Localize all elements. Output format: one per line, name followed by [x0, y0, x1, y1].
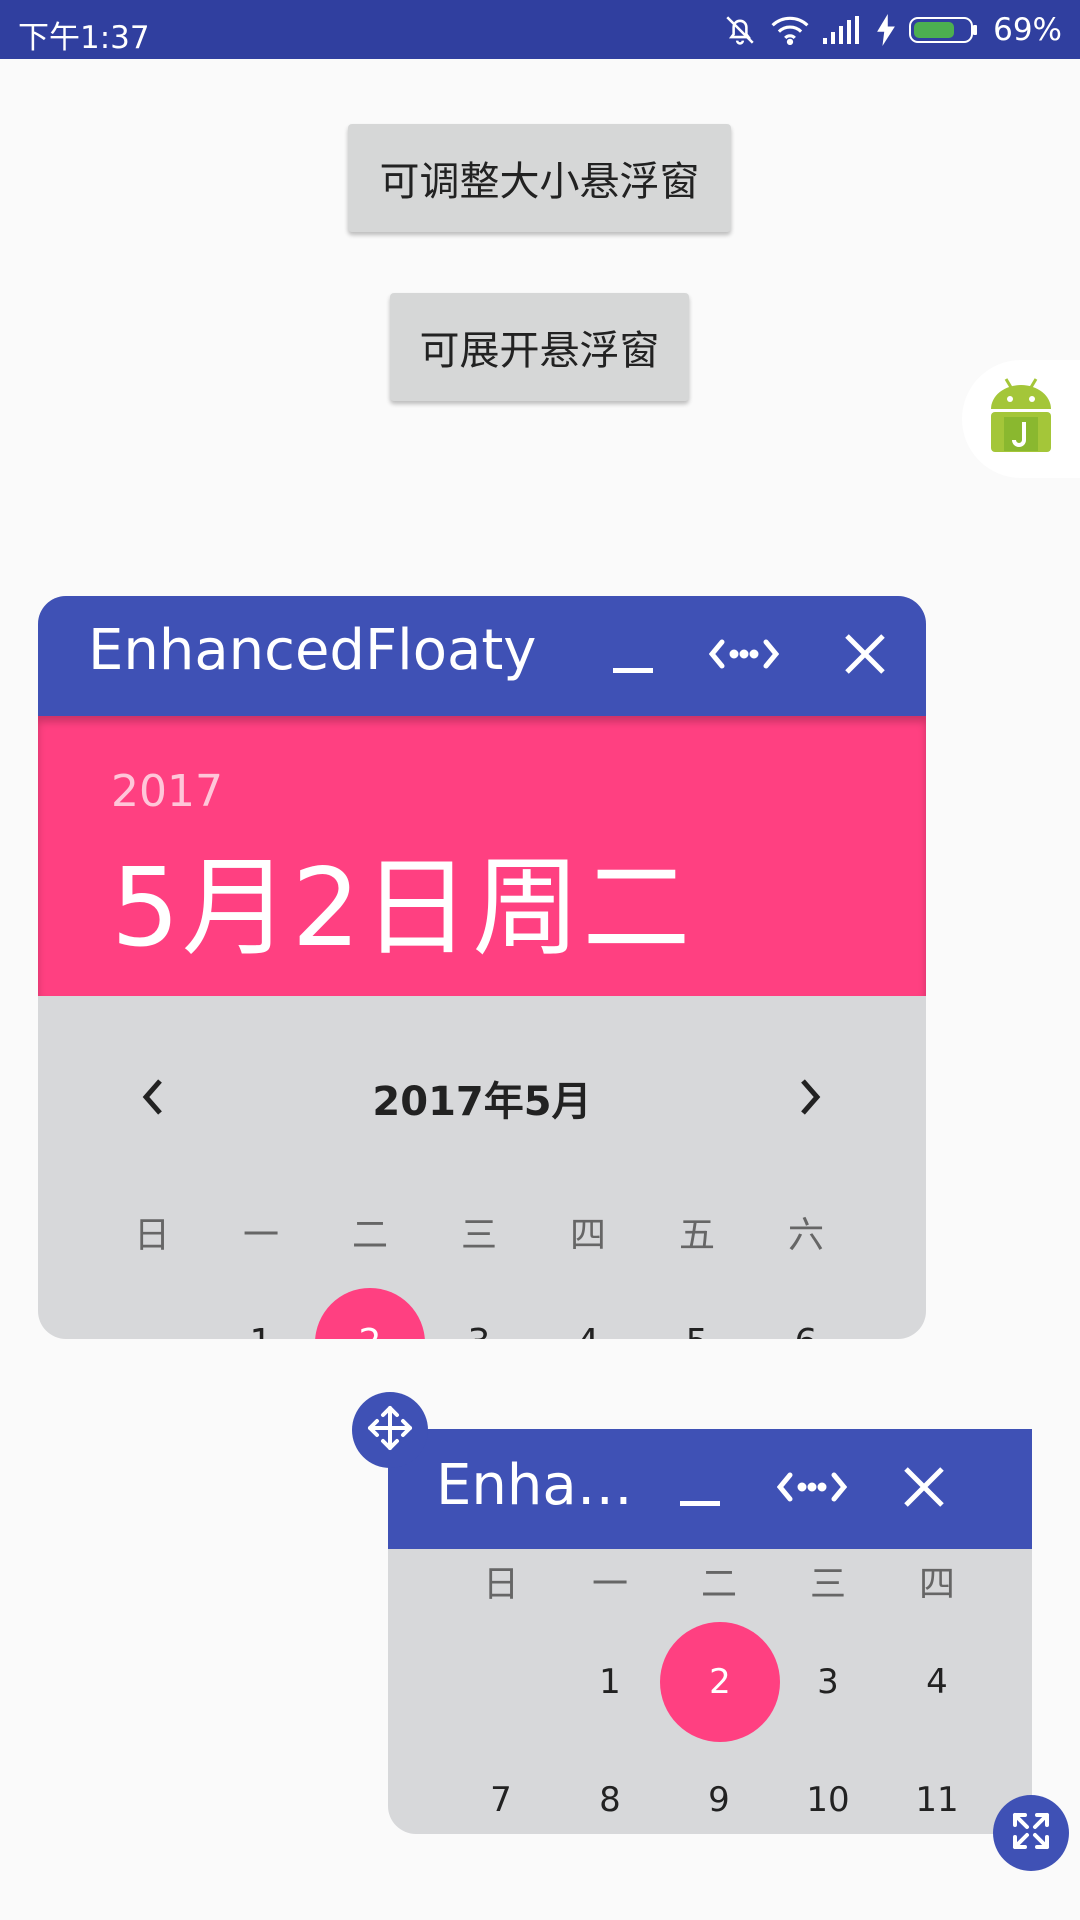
- weekday-label: 二: [700, 1564, 737, 1605]
- signal-icon: [823, 16, 863, 44]
- calendar-day[interactable]: 4: [882, 1627, 992, 1737]
- date-header: 2017 5月2日周二: [38, 716, 926, 996]
- mute-bell-icon: [723, 13, 757, 47]
- expand-horizontal-icon: [776, 1467, 848, 1511]
- weekday-label: 三: [460, 1215, 497, 1256]
- calendar-week-row: 1 2 3 4: [388, 1622, 1032, 1747]
- battery-percent: 69%: [993, 12, 1062, 48]
- close-icon: [902, 1465, 946, 1513]
- calendar-day-empty: [97, 1288, 207, 1339]
- status-icons: 69%: [723, 10, 1062, 50]
- status-time: 下午1:37: [18, 20, 150, 56]
- calendar-day[interactable]: 10: [773, 1745, 883, 1834]
- calendar-day[interactable]: 6: [751, 1288, 861, 1339]
- calendar-day[interactable]: 3: [424, 1288, 534, 1339]
- close-icon: [843, 632, 887, 680]
- floating-window-resizable[interactable]: Enhan... 日 一 二 三 四 1 2 3 4 7 8 9 10 11: [388, 1429, 1032, 1834]
- move-handle[interactable]: [352, 1392, 428, 1468]
- weekday-label: 日: [482, 1564, 519, 1605]
- calendar-day-empty: [446, 1627, 556, 1737]
- weekday-label: 一: [591, 1564, 628, 1605]
- minimize-button[interactable]: [603, 626, 663, 686]
- calendar-day[interactable]: 3: [773, 1627, 883, 1737]
- calendar-day[interactable]: 9: [664, 1745, 774, 1834]
- floating-window-calendar[interactable]: EnhancedFloaty 2017 5月2日周二 2017年5月 日 一 二…: [38, 596, 926, 1339]
- close-button[interactable]: [894, 1459, 954, 1519]
- calendar-day[interactable]: 11: [882, 1745, 992, 1834]
- expandable-float-button[interactable]: 可展开悬浮窗: [390, 293, 689, 401]
- calendar-day-selected[interactable]: 2: [315, 1288, 425, 1339]
- weekday-header: 日 一 二 三 四: [388, 1549, 1032, 1605]
- calendar-day[interactable]: 4: [533, 1288, 643, 1339]
- next-month-button[interactable]: [780, 1069, 840, 1129]
- move-icon: [366, 1404, 414, 1456]
- calendar-day-selected[interactable]: 2: [660, 1622, 780, 1742]
- charging-icon: [877, 14, 895, 46]
- weekday-label: 四: [918, 1564, 955, 1605]
- header-date[interactable]: 5月2日周二: [111, 821, 692, 977]
- weekday-header: 日 一 二 三 四 五 六: [38, 1206, 926, 1256]
- calendar-day[interactable]: 8: [555, 1745, 665, 1834]
- wifi-icon: [771, 15, 809, 45]
- expand-horizontal-button[interactable]: [776, 1459, 848, 1519]
- month-navigation: 2017年5月: [38, 1061, 926, 1131]
- weekday-label: 三: [809, 1564, 846, 1605]
- weekday-label: 六: [787, 1215, 824, 1256]
- floating-android-bubble[interactable]: [962, 360, 1080, 478]
- calendar-day[interactable]: 1: [206, 1288, 316, 1339]
- calendar-day[interactable]: 7: [446, 1745, 556, 1834]
- close-button[interactable]: [835, 626, 895, 686]
- header-year[interactable]: 2017: [111, 766, 223, 817]
- resize-handle[interactable]: [993, 1795, 1069, 1871]
- calendar-day[interactable]: 1: [555, 1627, 665, 1737]
- status-bar: 下午1:37 69%: [0, 0, 1080, 59]
- window-title-bar[interactable]: Enhan...: [388, 1429, 1032, 1549]
- calendar-week-row: 1 2 3 4 5 6: [38, 1288, 926, 1339]
- window-title-bar[interactable]: EnhancedFloaty: [38, 596, 926, 716]
- minimize-icon: [611, 632, 655, 680]
- resizable-float-button[interactable]: 可调整大小悬浮窗: [348, 124, 731, 232]
- minimize-icon: [678, 1465, 722, 1513]
- weekday-label: 五: [678, 1215, 715, 1256]
- calendar-week-row: 7 8 9 10 11: [388, 1745, 1032, 1834]
- minimize-button[interactable]: [670, 1459, 730, 1519]
- expand-horizontal-button[interactable]: [708, 626, 780, 686]
- weekday-label: 二: [351, 1215, 388, 1256]
- window-title: EnhancedFloaty: [88, 618, 537, 683]
- chevron-right-icon: [795, 1077, 825, 1121]
- calendar-day[interactable]: 5: [642, 1288, 752, 1339]
- expand-horizontal-icon: [708, 634, 780, 678]
- resize-icon: [1009, 1809, 1053, 1857]
- weekday-label: 一: [242, 1215, 279, 1256]
- weekday-label: 四: [569, 1215, 606, 1256]
- battery-icon: [909, 15, 979, 45]
- android-icon: [986, 375, 1056, 463]
- window-title: Enhan...: [436, 1453, 656, 1518]
- weekday-label: 日: [133, 1215, 170, 1256]
